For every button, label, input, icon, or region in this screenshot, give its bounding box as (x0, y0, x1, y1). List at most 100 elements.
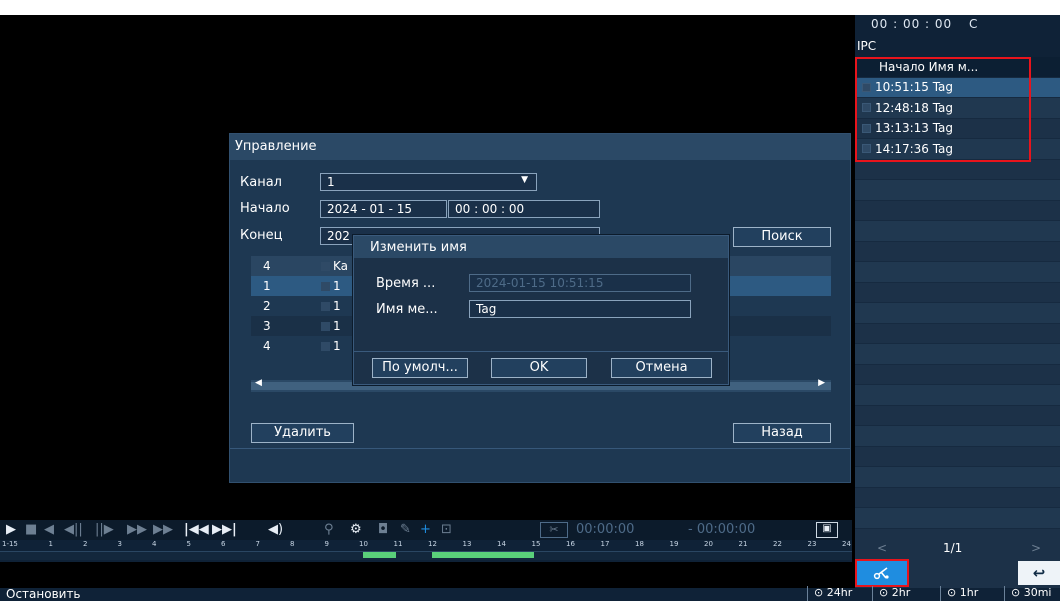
hour-tick: 22 (773, 540, 782, 548)
checkbox[interactable] (321, 282, 330, 291)
hour-tick: 10 (359, 540, 368, 548)
right-panel: 00 : 00 : 00 C IPC Начало Имя м... 10:51… (855, 15, 1060, 601)
row-num: 4 (263, 339, 271, 353)
hour-tick: 24 (842, 540, 851, 548)
timeline[interactable]: 1-15 1 2 3 4 5 6 7 8 9 10 11 12 13 14 15 16 17 18 19 20 21 22… (0, 540, 852, 562)
tag-row[interactable]: 13:13:13 Tag (855, 119, 1060, 139)
clip-end-time: - 00:00:00 (688, 522, 756, 537)
hour-tick: 19 (669, 540, 679, 548)
tag-list-header[interactable]: Начало Имя м... (855, 57, 1060, 78)
empty-row (855, 344, 1060, 365)
empty-row (855, 283, 1060, 303)
default-button[interactable]: По умолч... (372, 358, 468, 378)
tag-label: 10:51:15 Tag (875, 80, 954, 95)
name-label: Имя ме... (376, 302, 438, 317)
tag-row[interactable]: 14:17:36 Tag (855, 139, 1060, 160)
step-back-icon[interactable]: ◀|| (64, 522, 83, 537)
cancel-button[interactable]: Отмена (611, 358, 712, 378)
timeline-track[interactable] (0, 551, 852, 560)
end-label: Конец (240, 228, 283, 243)
play-icon[interactable]: ▶ (6, 522, 16, 537)
header-col: Ka (321, 259, 348, 273)
next-record-icon[interactable]: ▶▶| (212, 522, 237, 537)
checkbox[interactable] (862, 144, 871, 154)
channel-value: 1 (327, 175, 335, 189)
scroll-right-icon[interactable]: ▶ (818, 378, 825, 388)
fast-forward-icon[interactable]: ▶▶ (153, 522, 173, 537)
snapshot-icon[interactable]: ◘ (378, 522, 388, 537)
stop-icon[interactable]: ■ (25, 522, 37, 537)
divider (354, 351, 728, 352)
empty-row (855, 262, 1060, 283)
zoom-label: 24hr (826, 586, 853, 599)
zoom-1hr-button[interactable]: ⊙ 1hr (940, 586, 978, 601)
zoom-icon[interactable]: ⊡ (441, 522, 452, 537)
delete-button[interactable]: Удалить (251, 423, 354, 443)
clip-button-highlight (855, 559, 909, 587)
prev-page-button[interactable]: < (877, 541, 887, 555)
record-segment[interactable] (363, 552, 396, 558)
slow-icon[interactable]: ▶▶ (127, 522, 147, 537)
motion-icon[interactable]: ⚲ (324, 522, 334, 537)
checkbox[interactable] (321, 322, 330, 331)
start-time-input[interactable]: 00 : 00 : 00 (448, 200, 600, 218)
clip-toggle-icon[interactable]: ✂ (540, 522, 568, 538)
row-value: 1 (333, 319, 341, 333)
prev-record-icon[interactable]: |◀◀ (184, 522, 209, 537)
hour-tick: 3 (117, 540, 122, 548)
record-segment[interactable] (432, 552, 534, 558)
empty-row (855, 303, 1060, 324)
zoom-label: 1hr (959, 586, 979, 599)
empty-row (855, 221, 1060, 242)
hour-tick: 13 (462, 540, 472, 548)
hour-tick: 4 (152, 540, 157, 548)
smart-search-icon[interactable]: ⚙ (350, 522, 362, 537)
checkbox[interactable] (321, 302, 330, 311)
name-input[interactable]: Tag (469, 300, 691, 318)
ok-button[interactable]: OK (491, 358, 587, 378)
hour-tick: 2 (83, 540, 88, 548)
undo-button[interactable]: ↩ (1018, 561, 1060, 585)
zoom-24hr-button[interactable]: ⊙ 24hr (807, 586, 852, 601)
time-value-field: 2024-01-15 10:51:15 (469, 274, 691, 292)
checkbox[interactable] (321, 262, 330, 271)
timeline-label: 1-15 (2, 540, 18, 548)
channel-label: IPC (855, 37, 1060, 57)
checkbox[interactable] (862, 103, 871, 113)
row-cell: 1 (321, 319, 341, 333)
playback-bar: ▶ ■ ◀ ◀|| ||▶ ▶▶ ▶▶ |◀◀ ▶▶| ◀) ⚲ ⚙ ◘ ✎ +… (0, 520, 852, 540)
tag-icon[interactable]: ✎ (400, 522, 411, 537)
time-label: Время ... (376, 276, 436, 291)
dvr-screen: 00 : 00 : 00 C IPC Начало Имя м... 10:51… (0, 15, 1060, 601)
zoom-2hr-button[interactable]: ⊙ 2hr (872, 586, 910, 601)
row-cell: 1 (321, 279, 341, 293)
empty-row (855, 160, 1060, 180)
tag-row[interactable]: 12:48:18 Tag (855, 98, 1060, 119)
checkbox[interactable] (862, 123, 871, 133)
time-suffix: C (968, 17, 979, 31)
start-date-input[interactable]: 2024 - 01 - 15 (320, 200, 447, 218)
empty-row (855, 488, 1060, 508)
hour-tick: 12 (428, 540, 437, 548)
channel-select[interactable]: 1 ▼ (320, 173, 537, 191)
row-value: 1 (333, 339, 341, 353)
row-value: 1 (333, 299, 341, 313)
volume-icon[interactable]: ◀) (268, 522, 283, 537)
checkbox[interactable] (862, 82, 871, 92)
zoom-label: 30mi (1023, 586, 1052, 599)
step-forward-icon[interactable]: ||▶ (95, 522, 114, 537)
zoom-30min-button[interactable]: ⊙ 30mi (1004, 586, 1052, 601)
scroll-left-icon[interactable]: ◀ (255, 378, 262, 388)
hour-tick: 11 (393, 540, 403, 548)
header-col-label: Ka (333, 259, 349, 273)
header-num: 4 (263, 259, 271, 273)
empty-row (855, 508, 1060, 529)
search-button[interactable]: Поиск (733, 227, 831, 247)
next-page-button[interactable]: > (1031, 541, 1041, 555)
add-tag-icon[interactable]: + (420, 522, 431, 537)
back-button[interactable]: Назад (733, 423, 831, 443)
reverse-icon[interactable]: ◀ (44, 522, 54, 537)
save-icon[interactable]: ▣ (816, 522, 838, 538)
checkbox[interactable] (321, 342, 330, 351)
tag-row[interactable]: 10:51:15 Tag (855, 77, 1060, 98)
